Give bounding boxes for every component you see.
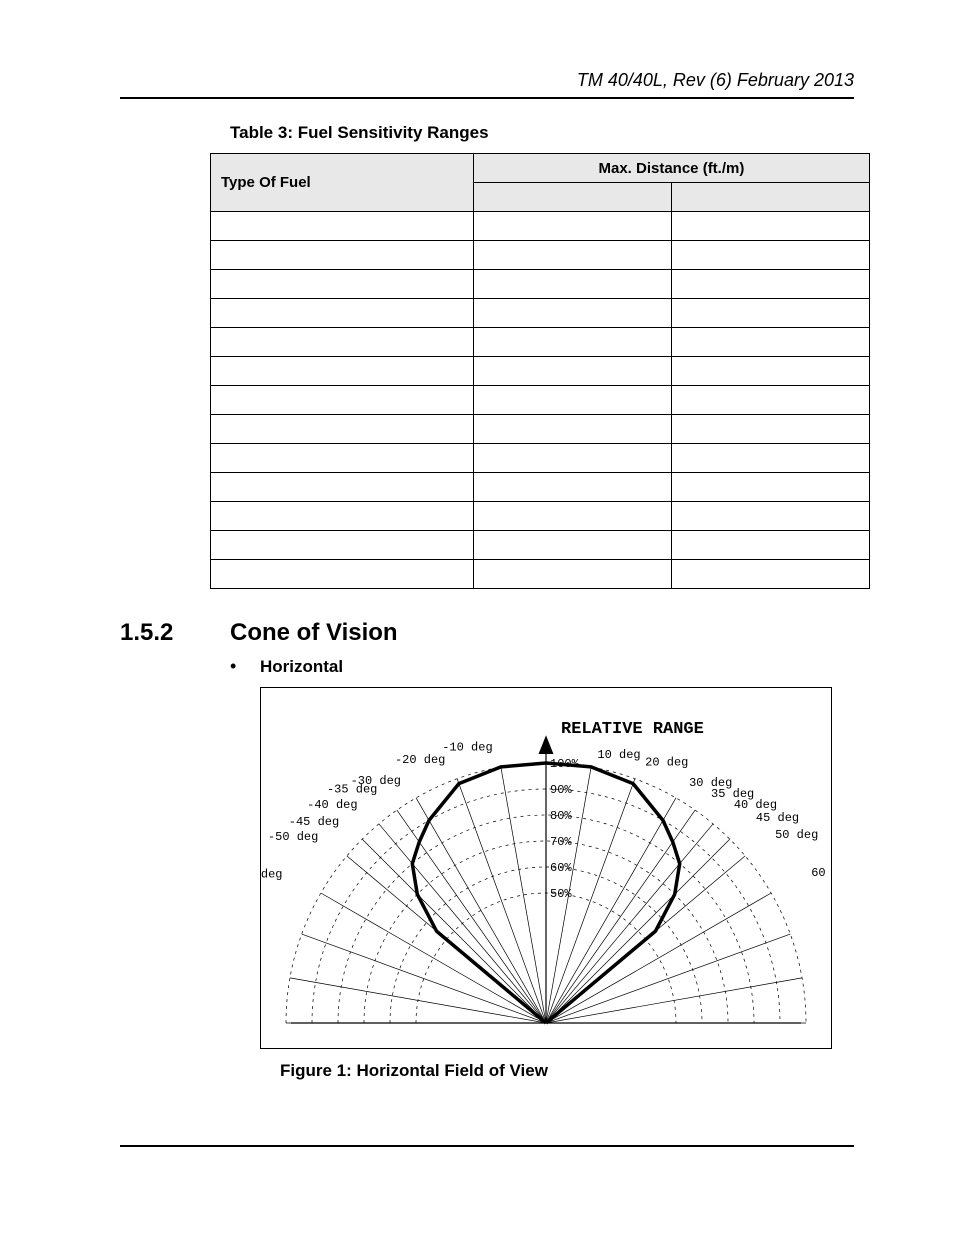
svg-text:-10 deg: -10 deg xyxy=(442,740,492,754)
header-rule xyxy=(120,97,854,99)
bullet-icon: • xyxy=(230,657,260,675)
running-header: TM 40/40L, Rev (6) February 2013 xyxy=(120,70,854,91)
svg-text:10 deg: 10 deg xyxy=(597,748,640,762)
table-row xyxy=(211,328,870,357)
table-row xyxy=(211,415,870,444)
table-row xyxy=(211,299,870,328)
table3-col-fuel: Type Of Fuel xyxy=(211,154,474,212)
svg-text:-40 deg: -40 deg xyxy=(307,798,357,812)
svg-text:RELATIVE RANGE: RELATIVE RANGE xyxy=(561,720,704,739)
table-row xyxy=(211,473,870,502)
table-row xyxy=(211,502,870,531)
svg-text:50%: 50% xyxy=(550,887,572,901)
svg-text:100%: 100% xyxy=(550,757,580,771)
svg-text:20 deg: 20 deg xyxy=(645,756,688,770)
svg-text:40 deg: 40 deg xyxy=(734,798,777,812)
svg-text:60%: 60% xyxy=(550,861,572,875)
table3-col-dist: Max. Distance (ft./m) xyxy=(473,154,869,183)
table-row xyxy=(211,386,870,415)
svg-text:70%: 70% xyxy=(550,835,572,849)
bullet-label: Horizontal xyxy=(260,657,343,677)
table-row xyxy=(211,270,870,299)
svg-text:-35 deg: -35 deg xyxy=(327,783,377,797)
table3-sub-a xyxy=(473,183,671,212)
svg-text:50 deg: 50 deg xyxy=(775,828,818,842)
svg-text:60 deg: 60 deg xyxy=(811,866,831,880)
figure1-frame: RELATIVE RANGE 100% 90% 80% 70% 60% 50% -10 deg… xyxy=(260,687,832,1049)
table-row xyxy=(211,212,870,241)
svg-text:-60 deg: -60 deg xyxy=(261,868,282,882)
table-row xyxy=(211,357,870,386)
svg-text:80%: 80% xyxy=(550,809,572,823)
section-title: Cone of Vision xyxy=(230,619,398,647)
svg-text:-20 deg: -20 deg xyxy=(395,753,445,767)
table3-sub-b xyxy=(671,183,869,212)
footer-rule xyxy=(120,1145,854,1147)
figure1-polar-chart: RELATIVE RANGE 100% 90% 80% 70% 60% 50% -10 deg… xyxy=(261,688,831,1048)
svg-text:-50 deg: -50 deg xyxy=(268,830,318,844)
table-row xyxy=(211,560,870,589)
table3: Type Of Fuel Max. Distance (ft./m) xyxy=(210,153,870,589)
svg-text:-45 deg: -45 deg xyxy=(289,815,339,829)
table-row xyxy=(211,531,870,560)
svg-text:90%: 90% xyxy=(550,783,572,797)
svg-text:45 deg: 45 deg xyxy=(756,811,799,825)
figure1-caption: Figure 1: Horizontal Field of View xyxy=(280,1061,830,1081)
table3-caption: Table 3: Fuel Sensitivity Ranges xyxy=(230,123,854,143)
table-row xyxy=(211,241,870,270)
table-row xyxy=(211,444,870,473)
section-number: 1.5.2 xyxy=(120,619,230,647)
